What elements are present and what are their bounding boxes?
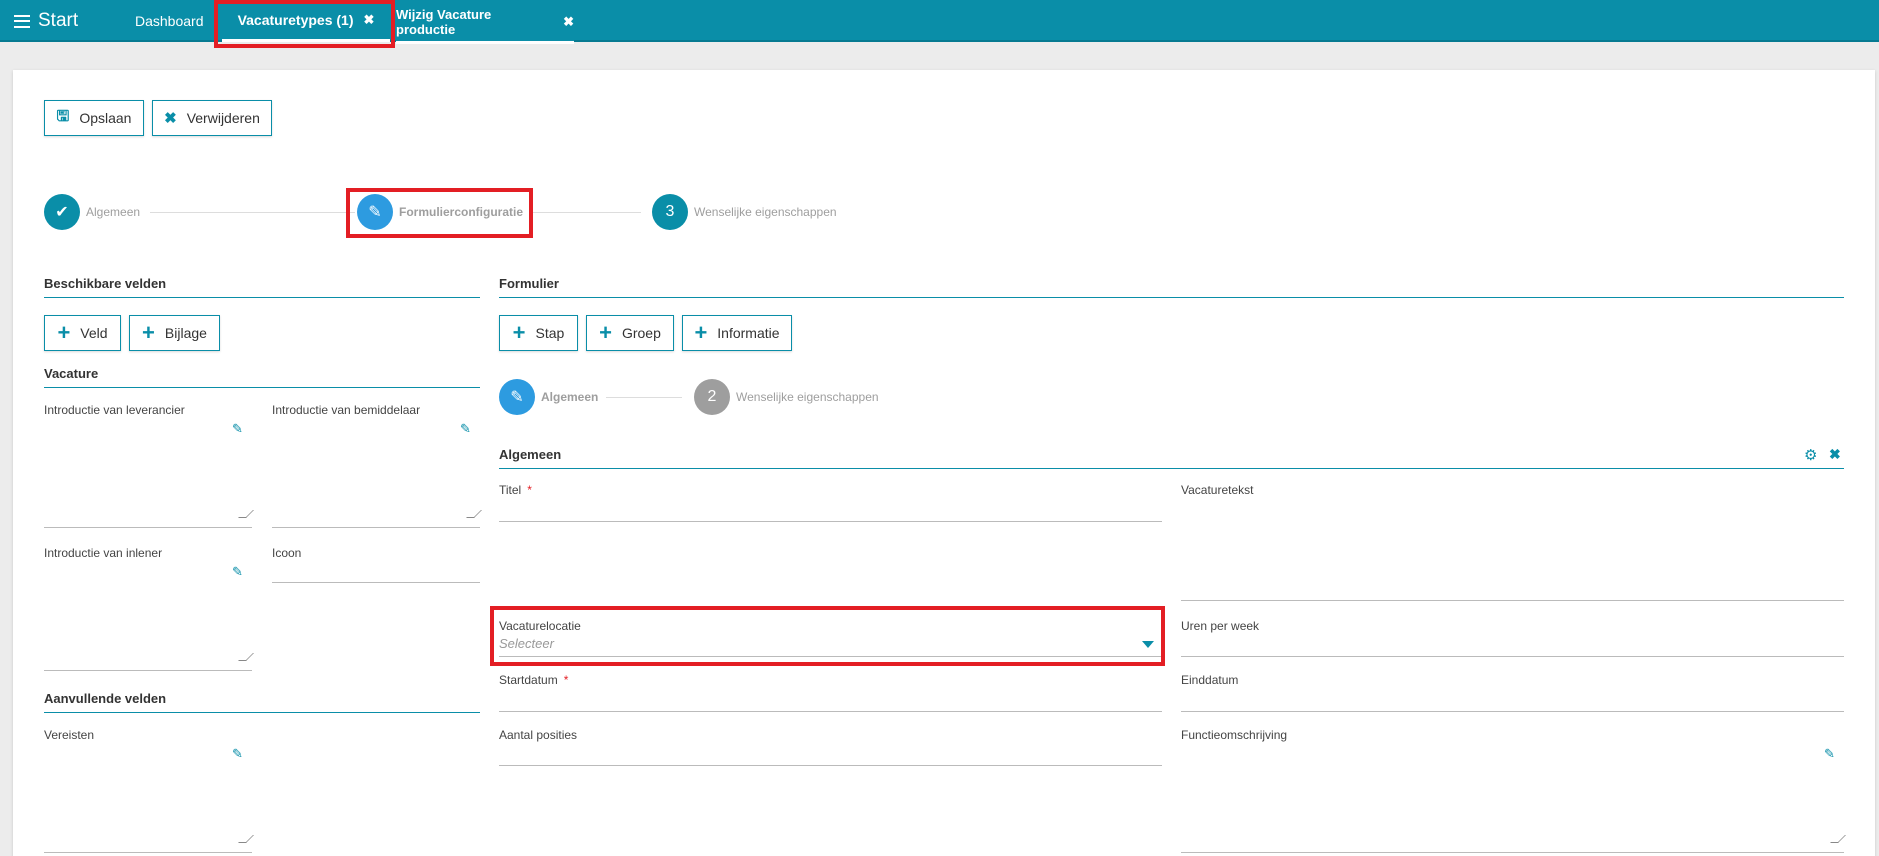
textarea-vacaturetekst[interactable] xyxy=(1181,600,1844,601)
plus-icon: + xyxy=(57,320,71,345)
wizard-step-wenselijke[interactable]: 3 Wenselijke eigenschappen xyxy=(652,194,837,230)
form-step-label: Wenselijke eigenschappen xyxy=(736,390,879,404)
highlight-box xyxy=(490,606,1165,666)
check-icon: ✔ xyxy=(44,194,80,230)
section-divider xyxy=(499,297,1844,298)
save-button-label: Opslaan xyxy=(79,110,132,126)
field-label-titel: Titel * xyxy=(499,483,532,497)
start-menu-label: Start xyxy=(38,10,79,31)
form-step-label: Algemeen xyxy=(541,390,599,404)
field-label: Aantal posities xyxy=(499,728,578,742)
plus-icon: + xyxy=(512,320,526,345)
pencil-icon[interactable]: ✎ xyxy=(232,746,243,762)
wizard-step-label: Wenselijke eigenschappen xyxy=(694,205,837,219)
add-step-button[interactable]: + Stap xyxy=(499,315,578,351)
add-group-button[interactable]: + Groep xyxy=(586,315,674,351)
section-divider xyxy=(499,468,1844,469)
input-icoon[interactable] xyxy=(272,582,480,583)
vacature-section-title: Vacature xyxy=(44,366,99,381)
add-information-button[interactable]: + Informatie xyxy=(682,315,792,351)
hamburger-icon xyxy=(14,14,30,28)
pencil-icon: ✎ xyxy=(499,379,535,415)
plus-icon: + xyxy=(142,320,155,345)
delete-button[interactable]: ✖ Verwijderen xyxy=(152,100,272,136)
field-label: Functieomschrijving xyxy=(1181,728,1288,742)
wizard-connector xyxy=(606,397,682,398)
pencil-icon[interactable]: ✎ xyxy=(232,564,243,580)
start-menu-button[interactable]: Start xyxy=(14,10,78,32)
form-step-wenselijke[interactable]: 2 Wenselijke eigenschappen xyxy=(694,379,879,415)
field-label: Introductie van bemiddelaar xyxy=(272,403,421,417)
field-label: Uren per week xyxy=(1181,619,1260,633)
close-icon[interactable]: ✖ xyxy=(563,14,574,30)
wizard-connector xyxy=(533,212,641,213)
available-fields-title: Beschikbare velden xyxy=(44,276,167,291)
field-label: Introductie van inlener xyxy=(44,546,163,560)
add-attachment-label: Bijlage xyxy=(164,325,207,341)
section-divider xyxy=(44,387,480,388)
textarea-vereisten[interactable] xyxy=(44,852,252,853)
add-attachment-button[interactable]: + Bijlage xyxy=(129,315,220,351)
add-field-label: Veld xyxy=(80,325,108,341)
plus-icon: + xyxy=(694,320,708,345)
form-title: Formulier xyxy=(499,276,559,291)
tab-wijzig-label: Wijzig Vacature productie xyxy=(396,6,492,37)
step-number: 3 xyxy=(652,194,688,230)
add-field-button[interactable]: + Veld xyxy=(44,315,121,351)
pencil-icon[interactable]: ✎ xyxy=(1824,746,1835,762)
delete-button-label: Verwijderen xyxy=(186,110,260,126)
step-number: 2 xyxy=(694,379,730,415)
field-label: Einddatum xyxy=(1181,673,1239,687)
extra-fields-title: Aanvullende velden xyxy=(44,691,167,706)
input-einddatum[interactable] xyxy=(1181,711,1844,712)
close-icon: ✖ xyxy=(164,110,177,127)
highlight-box xyxy=(214,0,395,48)
add-group-label: Groep xyxy=(621,325,661,341)
tab-dashboard-label: Dashboard xyxy=(135,13,204,29)
field-label: Vereisten xyxy=(44,728,95,742)
save-button[interactable]: 🖫 Opslaan xyxy=(44,100,144,136)
wizard-step-algemeen[interactable]: ✔ Algemeen xyxy=(44,194,140,230)
input-uren-per-week[interactable] xyxy=(1181,656,1844,657)
textarea-introductie-bemiddelaar[interactable] xyxy=(272,527,480,528)
section-divider xyxy=(44,712,480,713)
group-title: Algemeen xyxy=(499,447,562,462)
textarea-introductie-leverancier[interactable] xyxy=(44,527,252,528)
close-icon[interactable]: ✖ xyxy=(1829,446,1841,463)
form-step-algemeen[interactable]: ✎ Algemeen xyxy=(499,379,598,415)
input-aantal-posities[interactable] xyxy=(499,765,1162,766)
settings-icon[interactable]: ⚙ xyxy=(1804,446,1817,464)
floppy-disk-icon: 🖫 xyxy=(56,107,70,125)
main-card xyxy=(13,70,1875,856)
wizard-connector xyxy=(150,212,355,213)
field-label: Introductie van leverancier xyxy=(44,403,185,417)
highlight-box xyxy=(346,188,533,238)
textarea-functieomschrijving[interactable] xyxy=(1181,852,1844,853)
field-label-startdatum: Startdatum * xyxy=(499,673,569,687)
pencil-icon[interactable]: ✎ xyxy=(460,421,471,437)
field-label: Icoon xyxy=(272,546,302,560)
tab-wijzig-vacature[interactable]: Wijzig Vacature productie ✖ xyxy=(396,2,574,44)
input-titel[interactable] xyxy=(499,521,1162,522)
pencil-icon[interactable]: ✎ xyxy=(232,421,243,437)
field-label: Vacaturetekst xyxy=(1181,483,1254,497)
add-information-label: Informatie xyxy=(717,325,780,341)
section-divider xyxy=(44,297,480,298)
wizard-step-label: Algemeen xyxy=(86,205,141,219)
plus-icon: + xyxy=(599,320,612,345)
input-startdatum[interactable] xyxy=(499,711,1162,712)
textarea-introductie-inlener[interactable] xyxy=(44,670,252,671)
tab-dashboard[interactable]: Dashboard xyxy=(135,0,204,42)
add-step-label: Stap xyxy=(535,325,565,341)
